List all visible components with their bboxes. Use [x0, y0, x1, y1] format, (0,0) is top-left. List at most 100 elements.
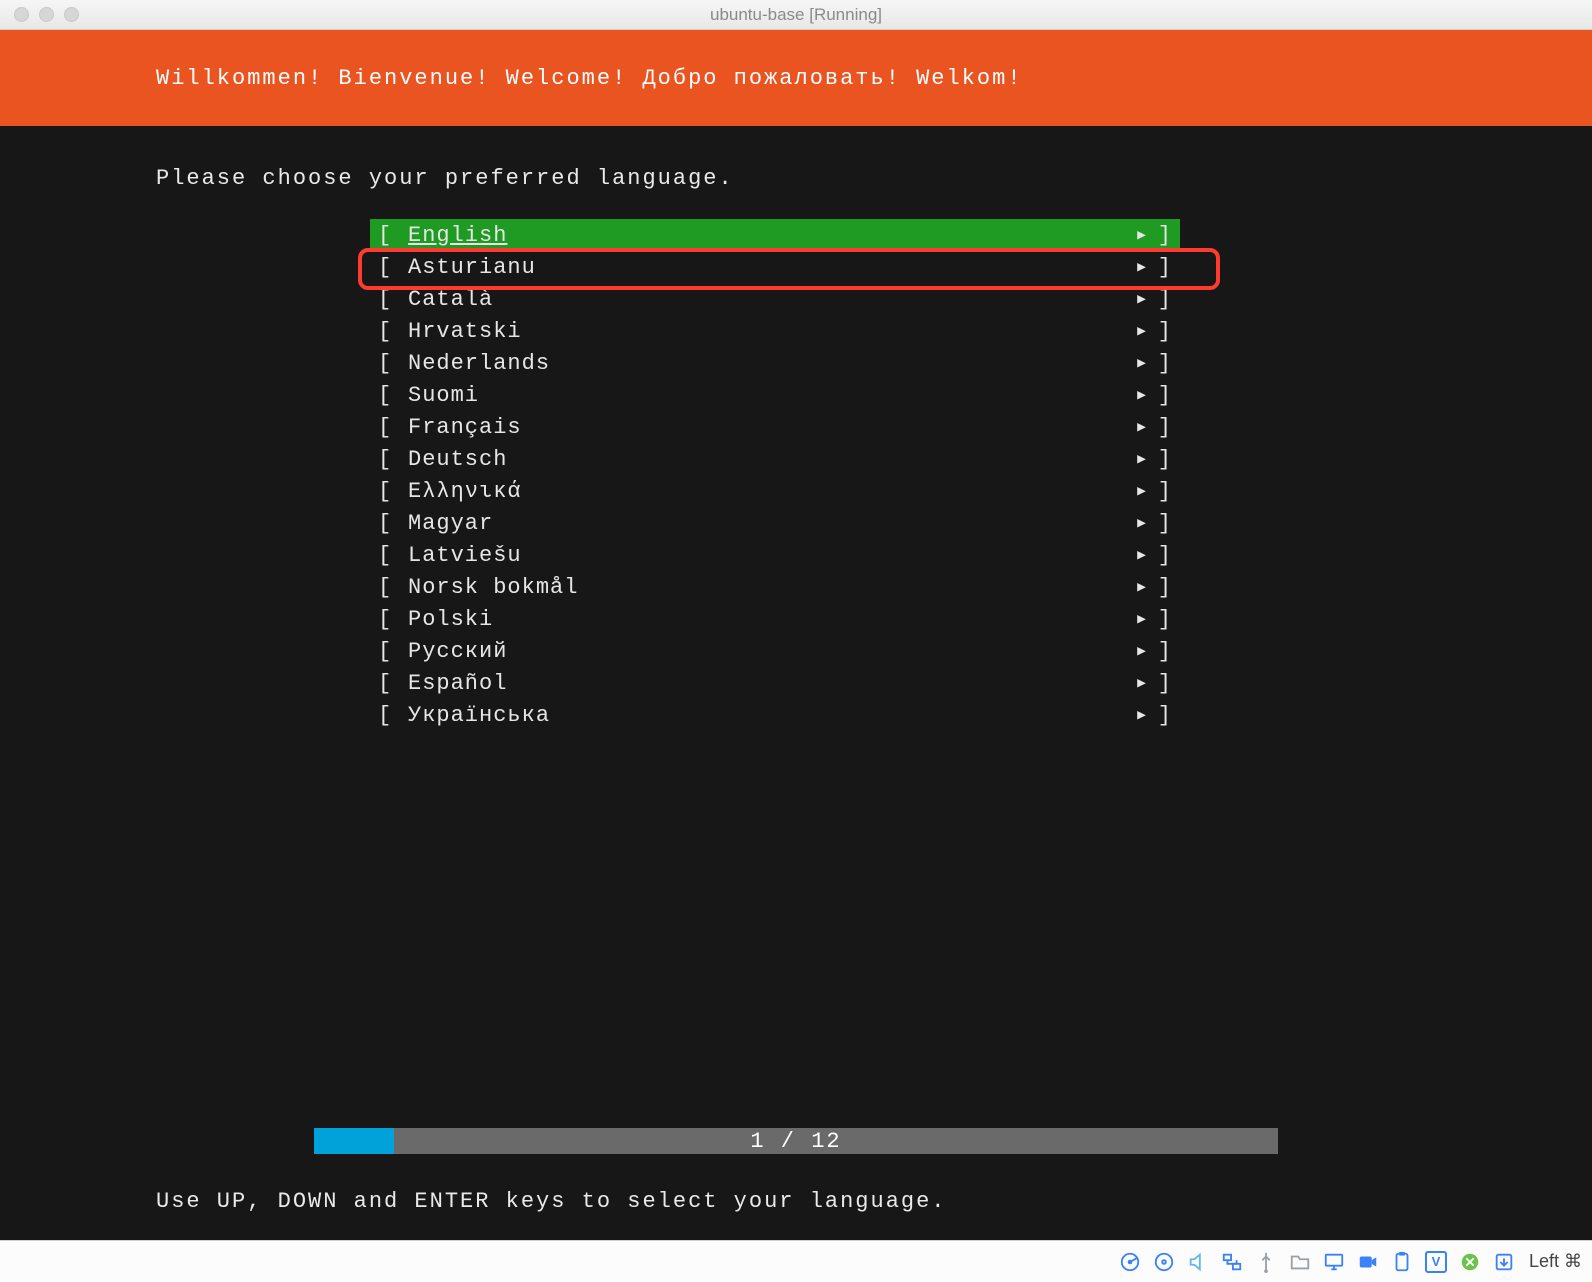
- recording-icon[interactable]: [1355, 1249, 1381, 1275]
- minimize-window-button[interactable]: [39, 7, 54, 22]
- bracket-left: [: [378, 319, 406, 344]
- language-label: Norsk bokmål: [406, 575, 1130, 600]
- language-option[interactable]: [Deutsch▸]: [370, 443, 1180, 475]
- bracket-right: ]: [1154, 543, 1172, 568]
- bracket-left: [: [378, 607, 406, 632]
- bracket-right: ]: [1154, 255, 1172, 280]
- language-option[interactable]: [Français▸]: [370, 411, 1180, 443]
- mouse-integration-icon[interactable]: [1491, 1249, 1517, 1275]
- bracket-right: ]: [1154, 607, 1172, 632]
- window-titlebar: ubuntu-base [Running]: [0, 0, 1592, 30]
- hint-text: Use UP, DOWN and ENTER keys to select yo…: [156, 1189, 947, 1214]
- shared-clipboard-icon[interactable]: [1389, 1249, 1415, 1275]
- zoom-window-button[interactable]: [64, 7, 79, 22]
- submenu-arrow-icon: ▸: [1130, 478, 1154, 504]
- host-key-indicator: Left ⌘: [1525, 1251, 1582, 1272]
- submenu-arrow-icon: ▸: [1130, 702, 1154, 728]
- vm-display[interactable]: Willkommen! Bienvenue! Welcome! Добро по…: [0, 30, 1592, 1240]
- language-label: Русский: [406, 639, 1130, 664]
- language-option[interactable]: [Nederlands▸]: [370, 347, 1180, 379]
- language-option[interactable]: [Hrvatski▸]: [370, 315, 1180, 347]
- language-label: Polski: [406, 607, 1130, 632]
- bracket-right: ]: [1154, 511, 1172, 536]
- bracket-left: [: [378, 223, 406, 248]
- language-option[interactable]: [Polski▸]: [370, 603, 1180, 635]
- language-label: English: [406, 223, 1130, 248]
- bracket-right: ]: [1154, 415, 1172, 440]
- language-option[interactable]: [Ελληνικά▸]: [370, 475, 1180, 507]
- submenu-arrow-icon: ▸: [1130, 254, 1154, 280]
- bracket-right: ]: [1154, 671, 1172, 696]
- language-label: Hrvatski: [406, 319, 1130, 344]
- window-title: ubuntu-base [Running]: [0, 5, 1592, 25]
- optical-disk-icon[interactable]: [1151, 1249, 1177, 1275]
- bracket-left: [: [378, 415, 406, 440]
- bracket-left: [: [378, 255, 406, 280]
- prompt-text: Please choose your preferred language.: [0, 126, 1592, 191]
- progress-bar: 1 / 12: [314, 1128, 1278, 1154]
- bracket-right: ]: [1154, 223, 1172, 248]
- bracket-left: [: [378, 575, 406, 600]
- welcome-text: Willkommen! Bienvenue! Welcome! Добро по…: [156, 66, 1023, 91]
- bracket-left: [: [378, 479, 406, 504]
- language-label: Ελληνικά: [406, 479, 1130, 504]
- language-label: Latviešu: [406, 543, 1130, 568]
- language-label: Français: [406, 415, 1130, 440]
- submenu-arrow-icon: ▸: [1130, 606, 1154, 632]
- submenu-arrow-icon: ▸: [1130, 350, 1154, 376]
- language-option[interactable]: [English▸]: [370, 219, 1180, 251]
- installer-header: Willkommen! Bienvenue! Welcome! Добро по…: [0, 30, 1592, 126]
- audio-icon[interactable]: [1185, 1249, 1211, 1275]
- language-label: Suomi: [406, 383, 1130, 408]
- bracket-left: [: [378, 543, 406, 568]
- bracket-left: [: [378, 639, 406, 664]
- submenu-arrow-icon: ▸: [1130, 574, 1154, 600]
- usb-icon[interactable]: [1253, 1249, 1279, 1275]
- network-icon[interactable]: [1219, 1249, 1245, 1275]
- display-icon[interactable]: [1321, 1249, 1347, 1275]
- bracket-right: ]: [1154, 639, 1172, 664]
- seamless-icon[interactable]: [1457, 1249, 1483, 1275]
- window-controls: [0, 7, 79, 22]
- language-option[interactable]: [Català▸]: [370, 283, 1180, 315]
- bracket-right: ]: [1154, 703, 1172, 728]
- bracket-left: [: [378, 447, 406, 472]
- submenu-arrow-icon: ▸: [1130, 510, 1154, 536]
- progress-label: 1 / 12: [314, 1128, 1278, 1154]
- submenu-arrow-icon: ▸: [1130, 414, 1154, 440]
- bracket-right: ]: [1154, 287, 1172, 312]
- bracket-left: [: [378, 287, 406, 312]
- shared-folders-icon[interactable]: [1287, 1249, 1313, 1275]
- language-option[interactable]: [Русский▸]: [370, 635, 1180, 667]
- language-option[interactable]: [Suomi▸]: [370, 379, 1180, 411]
- submenu-arrow-icon: ▸: [1130, 222, 1154, 248]
- language-label: Català: [406, 287, 1130, 312]
- submenu-arrow-icon: ▸: [1130, 638, 1154, 664]
- vm-statusbar: V Left ⌘: [0, 1240, 1592, 1282]
- language-label: Español: [406, 671, 1130, 696]
- language-label: Nederlands: [406, 351, 1130, 376]
- submenu-arrow-icon: ▸: [1130, 382, 1154, 408]
- language-option[interactable]: [Asturianu▸]: [370, 251, 1180, 283]
- submenu-arrow-icon: ▸: [1130, 318, 1154, 344]
- hard-disk-icon[interactable]: [1117, 1249, 1143, 1275]
- language-option[interactable]: [Magyar▸]: [370, 507, 1180, 539]
- bracket-left: [: [378, 671, 406, 696]
- language-option[interactable]: [Українська▸]: [370, 699, 1180, 731]
- bracket-right: ]: [1154, 351, 1172, 376]
- close-window-button[interactable]: [14, 7, 29, 22]
- language-option[interactable]: [Español▸]: [370, 667, 1180, 699]
- language-option[interactable]: [Latviešu▸]: [370, 539, 1180, 571]
- bracket-right: ]: [1154, 447, 1172, 472]
- virtualbox-icon[interactable]: V: [1423, 1249, 1449, 1275]
- bracket-left: [: [378, 351, 406, 376]
- language-label: Magyar: [406, 511, 1130, 536]
- bracket-left: [: [378, 511, 406, 536]
- bracket-left: [: [378, 383, 406, 408]
- bracket-right: ]: [1154, 383, 1172, 408]
- language-list[interactable]: [English▸][Asturianu▸][Català▸][Hrvatski…: [370, 219, 1180, 731]
- language-label: Deutsch: [406, 447, 1130, 472]
- progress-area: 1 / 12: [0, 1128, 1592, 1154]
- language-option[interactable]: [Norsk bokmål▸]: [370, 571, 1180, 603]
- submenu-arrow-icon: ▸: [1130, 542, 1154, 568]
